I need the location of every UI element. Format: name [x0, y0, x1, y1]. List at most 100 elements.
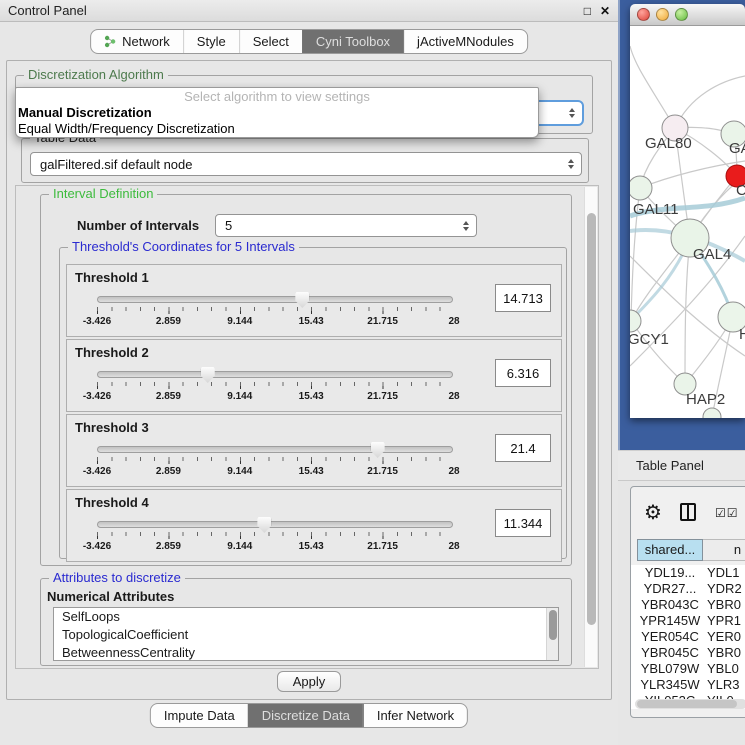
- network-svg: GAL80GACGAL11GAL4GCY1HHAP2: [630, 26, 745, 418]
- tab-label: Style: [197, 34, 226, 49]
- algorithm-option-manual[interactable]: Manual Discretization: [16, 105, 538, 121]
- tab-impute-data[interactable]: Impute Data: [151, 704, 248, 727]
- slider-ticks: [97, 307, 454, 311]
- group-label: Discretization Algorithm: [24, 67, 168, 82]
- table-panel-title: Table Panel: [636, 458, 704, 473]
- number-of-intervals-combobox[interactable]: 5: [215, 214, 477, 237]
- control-panel-titlebar: Control Panel □ ✕: [0, 0, 618, 22]
- threshold-slider-handle[interactable]: [371, 442, 385, 458]
- threshold-slider-track[interactable]: [97, 446, 453, 453]
- tab-label: jActiveMNodules: [417, 34, 514, 49]
- close-icon[interactable]: ✕: [600, 4, 610, 18]
- threshold-2-box: Threshold 2 -3.4262.8599.14415.4321.7152…: [66, 339, 562, 412]
- tab-label: Infer Network: [377, 708, 454, 723]
- gear-icon[interactable]: ⚙: [644, 500, 662, 525]
- minimize-traffic-light-icon[interactable]: [656, 8, 669, 21]
- tab-label: Cyni Toolbox: [316, 34, 390, 49]
- threshold-value-input[interactable]: [495, 284, 551, 312]
- tab-discretize-data[interactable]: Discretize Data: [248, 704, 363, 727]
- table-horizontal-scrollbar[interactable]: [635, 699, 745, 709]
- list-item[interactable]: SelfLoops: [54, 608, 558, 626]
- numerical-attributes-list: SelfLoops TopologicalCoefficient Between…: [53, 607, 559, 661]
- network-node-label: C: [736, 182, 745, 199]
- control-panel-title: Control Panel: [8, 3, 87, 18]
- tab-network[interactable]: Network: [91, 30, 183, 53]
- algorithm-option-equal-width[interactable]: Equal Width/Frequency Discretization: [16, 121, 538, 137]
- combo-stepper-icon: [463, 221, 469, 231]
- checkboxes-icon[interactable]: ☑☑: [715, 506, 739, 520]
- threshold-slider-handle[interactable]: [257, 517, 271, 533]
- threshold-label: Threshold 1: [75, 270, 149, 285]
- table-row[interactable]: YBR043CYBR0: [631, 597, 745, 613]
- threshold-slider-track[interactable]: [97, 296, 453, 303]
- network-node-label: H: [739, 326, 745, 343]
- algorithm-placeholder-option: Select algorithm to view settings: [16, 89, 538, 105]
- tab-select[interactable]: Select: [239, 30, 302, 53]
- slider-ticks: [97, 382, 454, 386]
- network-window-titlebar[interactable]: [630, 4, 745, 26]
- tab-label: Impute Data: [164, 708, 235, 723]
- table-data-combobox[interactable]: galFiltered.sif default node: [30, 152, 582, 176]
- tab-label: Network: [122, 34, 170, 49]
- network-node[interactable]: [703, 408, 721, 418]
- threshold-4-box: Threshold 4 -3.4262.8599.14415.4321.7152…: [66, 489, 562, 562]
- list-item[interactable]: BetweennessCentrality: [54, 644, 558, 661]
- tab-label: Discretize Data: [262, 708, 350, 723]
- threshold-value-input[interactable]: [495, 509, 551, 537]
- settings-scrollbar[interactable]: [584, 187, 597, 667]
- slider-ticks: [97, 457, 454, 461]
- table-row[interactable]: YDR27...YDR2: [631, 581, 745, 597]
- table-row[interactable]: YDL19...YDL1: [631, 565, 745, 581]
- column-header-name[interactable]: n: [703, 539, 745, 561]
- network-node-label: GAL4: [693, 246, 731, 263]
- table-row[interactable]: YBR045CYBR0: [631, 645, 745, 661]
- table-data-value: galFiltered.sif default node: [40, 157, 192, 172]
- threshold-slider-track[interactable]: [97, 371, 453, 378]
- tab-jactivemnodules[interactable]: jActiveMNodules: [403, 30, 527, 53]
- threshold-label: Threshold 3: [75, 420, 149, 435]
- settings-scroll-area: Interval Definition Number of Intervals …: [15, 185, 599, 669]
- column-header-shared[interactable]: shared...: [637, 539, 703, 561]
- tab-style[interactable]: Style: [183, 30, 239, 53]
- threshold-label: Threshold 2: [75, 345, 149, 360]
- network-edge[interactable]: [630, 46, 675, 128]
- threshold-1-box: Threshold 1 -3.4262.8599.14415.4321.7152…: [66, 264, 562, 337]
- network-node-label: GAL80: [645, 135, 692, 152]
- tab-cyni-toolbox[interactable]: Cyni Toolbox: [302, 30, 403, 53]
- attributes-group: Attributes to discretize Numerical Attri…: [40, 578, 572, 666]
- table-panel: ⚙ ☑☑ shared... n YDL19...YDL1 YDR27...YD…: [630, 486, 745, 718]
- network-canvas[interactable]: GAL80GACGAL11GAL4GCY1HHAP2: [630, 26, 745, 418]
- threshold-value-input[interactable]: [495, 359, 551, 387]
- list-item[interactable]: TopologicalCoefficient: [54, 626, 558, 644]
- table-row[interactable]: YPR145WYPR1: [631, 613, 745, 629]
- network-node-label: GCY1: [630, 331, 669, 348]
- threshold-slider-track[interactable]: [97, 521, 453, 528]
- threshold-value-input[interactable]: [495, 434, 551, 462]
- network-node-label: GAL11: [633, 201, 679, 218]
- thresholds-group: Threshold's Coordinates for 5 Intervals …: [59, 247, 567, 559]
- algorithm-dropdown-popup: Select algorithm to view settings Manual…: [15, 87, 539, 138]
- threshold-slider-handle[interactable]: [295, 292, 309, 308]
- number-of-intervals-value: 5: [225, 218, 232, 233]
- table-row[interactable]: YBL079WYBL0: [631, 661, 745, 677]
- slider-ticks: [97, 532, 454, 536]
- table-row[interactable]: YER054CYER0: [631, 629, 745, 645]
- threshold-3-box: Threshold 3 -3.4262.8599.14415.4321.7152…: [66, 414, 562, 487]
- table-row[interactable]: YLR345WYLR3: [631, 677, 745, 693]
- threshold-slider-handle[interactable]: [201, 367, 215, 383]
- table-data-group: Table Data galFiltered.sif default node: [21, 138, 589, 183]
- tab-infer-network[interactable]: Infer Network: [363, 704, 467, 727]
- network-icon: [104, 35, 116, 48]
- table-panel-titlebar: Table Panel: [618, 450, 745, 481]
- combo-stepper-icon: [569, 108, 575, 118]
- split-column-icon[interactable]: [680, 503, 696, 521]
- close-traffic-light-icon[interactable]: [637, 8, 650, 21]
- control-panel-window: Control Panel □ ✕ Network Style Select C…: [0, 0, 618, 745]
- network-node[interactable]: [630, 176, 652, 200]
- list-scrollbar[interactable]: [546, 608, 558, 660]
- top-tab-bar: Network Style Select Cyni Toolbox jActiv…: [90, 29, 528, 54]
- zoom-traffic-light-icon[interactable]: [675, 8, 688, 21]
- apply-button[interactable]: Apply: [277, 671, 341, 692]
- float-window-icon[interactable]: □: [584, 4, 591, 18]
- screen: Control Panel □ ✕ Network Style Select C…: [0, 0, 745, 745]
